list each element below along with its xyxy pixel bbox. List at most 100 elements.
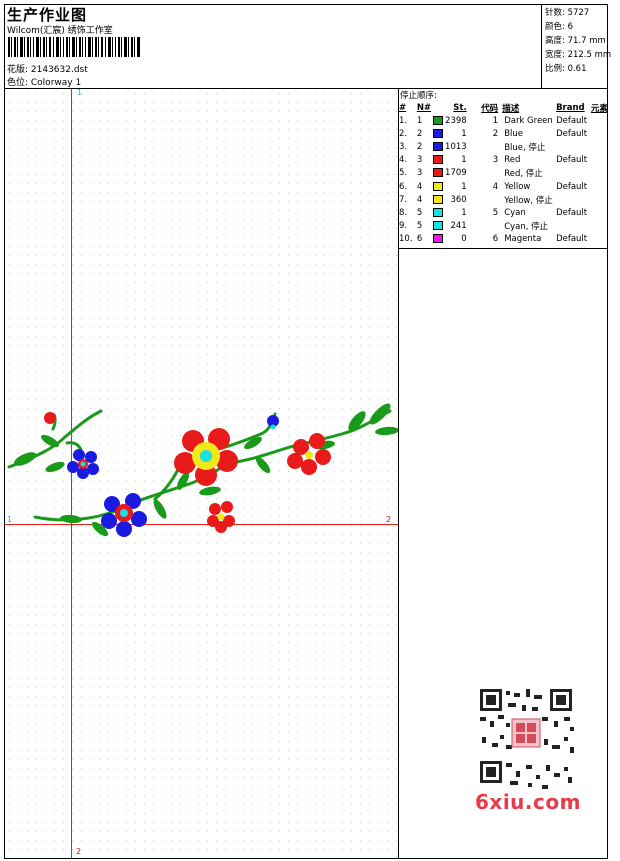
col-header-n: N# <box>416 102 432 113</box>
description-cell: Blue <box>504 128 523 139</box>
color-swatch <box>432 193 445 206</box>
description-cell: Blue, 停止 <box>504 142 546 153</box>
colorway-label: 色位: Colorway 1 <box>7 78 82 88</box>
element-cell <box>591 180 608 193</box>
table-header-row: # N# St. 代码 描述 Brand 元素 <box>399 101 608 114</box>
color-swatch <box>432 233 445 246</box>
code-cell: 2 <box>492 128 499 139</box>
embroidery-design <box>7 403 398 537</box>
description-cell: Cyan, 停止 <box>504 222 549 233</box>
color-swatch <box>432 220 445 233</box>
needle-num: 5 <box>416 221 423 232</box>
description-cell: Dark Green <box>504 115 553 126</box>
needle-num: 3 <box>416 155 423 166</box>
stitch-count-cell: 1 <box>461 181 467 192</box>
stop-sequence-panel: 停止顺序: # N# St. 代码 描述 Brand 元素 1. 1 2398 1 Da… <box>399 89 608 249</box>
needle-num: 4 <box>416 194 423 205</box>
element-cell <box>591 233 608 246</box>
row-num: 6. <box>399 181 408 192</box>
color-swatch <box>432 127 445 140</box>
brand-cell <box>556 167 591 180</box>
stop-sequence-table: # N# St. 代码 描述 Brand 元素 1. 1 2398 1 Dark Gre… <box>399 101 608 246</box>
brand-cell <box>556 140 591 153</box>
needle-num: 4 <box>416 181 423 192</box>
row-num: 1. <box>399 115 408 126</box>
row-num: 3. <box>399 141 408 152</box>
brand-cell: Default <box>556 234 588 245</box>
table-row: 5. 3 1709 Red, 停止 <box>399 167 608 180</box>
element-cell <box>591 220 608 233</box>
sheet-title: 生产作业图 <box>7 6 88 24</box>
color-swatch-icon <box>432 128 443 138</box>
table-row: 4. 3 1 3 Red Default <box>399 154 608 167</box>
brand-cell: Default <box>556 115 588 126</box>
row-num: 10. <box>399 234 413 245</box>
color-swatch <box>432 140 445 153</box>
element-cell <box>591 154 608 167</box>
col-header-num: # <box>399 102 407 113</box>
row-num: 8. <box>399 207 408 218</box>
table-row: 8. 5 1 5 Cyan Default <box>399 206 608 219</box>
stop-sequence-title: 停止顺序: <box>400 91 437 101</box>
code-cell: 1 <box>492 115 499 126</box>
col-header-code: 代码 <box>481 103 499 114</box>
stitch-count-cell: 1013 <box>445 141 467 152</box>
needle-num: 5 <box>416 207 423 218</box>
brand-cell: Default <box>556 181 588 192</box>
row-num: 4. <box>399 155 408 166</box>
stitch-count-cell: 1 <box>461 155 467 166</box>
description-cell: Yellow <box>504 181 531 192</box>
code-cell: 5 <box>492 207 499 218</box>
col-header-elem: 元素 <box>590 103 608 114</box>
table-row: 9. 5 241 Cyan, 停止 <box>399 220 608 233</box>
col-header-brand: Brand <box>556 102 585 113</box>
code-cell <box>467 220 499 233</box>
stitch-count-cell: 1709 <box>445 168 467 179</box>
needle-num: 2 <box>416 128 423 139</box>
element-cell <box>591 114 608 127</box>
row-num: 7. <box>399 194 408 205</box>
stitch-count-cell: 0 <box>461 234 467 245</box>
color-swatch <box>432 180 445 193</box>
needle-num: 1 <box>416 115 423 126</box>
design-height: 高度: 71.7 mm <box>545 36 606 46</box>
brand-cell: Default <box>556 128 588 139</box>
color-swatch <box>432 206 445 219</box>
row-num: 2. <box>399 128 408 139</box>
color-swatch-icon <box>432 181 443 191</box>
row-num: 9. <box>399 221 408 232</box>
element-cell <box>591 206 608 219</box>
color-swatch-icon <box>432 234 443 244</box>
brand-cell <box>556 193 591 206</box>
col-header-st: St. <box>453 102 467 113</box>
description-cell: Red, 停止 <box>504 169 543 180</box>
element-cell <box>591 127 608 140</box>
watermark: 6xiu.com <box>475 790 581 814</box>
design-file-label: 花版: 2143632.dst <box>7 65 88 75</box>
element-cell <box>591 193 608 206</box>
color-swatch-icon <box>432 194 443 204</box>
code-cell: 3 <box>492 155 499 166</box>
color-swatch <box>432 167 445 180</box>
brand-cell: Default <box>556 207 588 218</box>
element-cell <box>591 167 608 180</box>
code-cell <box>467 167 499 180</box>
color-swatch-icon <box>432 221 443 231</box>
code-cell: 6 <box>492 234 499 245</box>
table-row: 3. 2 1013 Blue, 停止 <box>399 140 608 153</box>
stitch-count-cell: 1 <box>461 207 467 218</box>
color-swatch-icon <box>432 115 443 125</box>
color-swatch-icon <box>432 155 443 165</box>
design-canvas: 1 2 1 2 <box>5 88 399 858</box>
element-cell <box>591 140 608 153</box>
description-cell: Red <box>504 155 521 166</box>
design-width: 宽度: 212.5 mm <box>545 50 612 60</box>
needle-num: 3 <box>416 168 423 179</box>
stitch-count-cell: 241 <box>450 221 467 232</box>
barcode <box>8 37 140 57</box>
stitch-count-cell: 1 <box>461 128 467 139</box>
color-swatch-icon <box>432 141 443 151</box>
needle-num: 2 <box>416 141 423 152</box>
description-cell: Magenta <box>504 234 542 245</box>
table-row: 1. 1 2398 1 Dark Green Default <box>399 114 608 127</box>
